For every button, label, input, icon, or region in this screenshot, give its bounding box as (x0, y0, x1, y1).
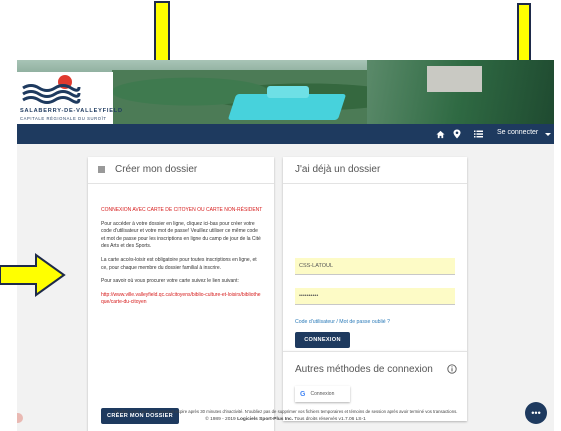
create-account-card: Créer mon dossier CONNEXION AVEC CARTE D… (88, 157, 274, 431)
map-pin-icon[interactable] (451, 128, 463, 140)
list-icon[interactable] (472, 128, 484, 140)
other-methods-title: Autres méthodes de connexion (295, 364, 433, 375)
forgot-credentials-link[interactable]: Code d'utilisateur / Mot de passe oublié… (295, 319, 390, 325)
company-link[interactable]: Logiciels Sport-Plus Inc. (237, 417, 293, 422)
create-card-title: Créer mon dossier (115, 164, 198, 175)
citizen-card-link[interactable]: http://www.ville.valleyfield.qc.ca/citoy… (101, 292, 263, 307)
card-requirement-paragraph: La carte accès-loisir est obligatoire po… (101, 256, 257, 271)
login-card-title: J'ai déjà un dossier (295, 164, 381, 175)
home-icon[interactable] (434, 128, 446, 140)
top-navbar: Se connecter (17, 124, 554, 144)
password-input[interactable]: •••••••••• (295, 288, 455, 305)
hero-banner: SALABERRY-DE-VALLEYFIELD CAPITALE RÉGION… (17, 60, 554, 124)
session-notice: Veuillez noter que votre session expire … (113, 409, 458, 414)
login-card: J'ai déjà un dossier CSS-LATOUL ••••••••… (283, 157, 467, 351)
copyright: © 1989 - 2019 Logiciels Sport-Plus Inc. … (17, 417, 554, 422)
password-value: •••••••••• (299, 293, 319, 299)
page-frame: SALABERRY-DE-VALLEYFIELD CAPITALE RÉGION… (17, 60, 554, 431)
login-notice: CONNEXION AVEC CARTE DE CITOYEN OU CARTE… (101, 207, 263, 213)
chat-fab-button[interactable]: ••• (525, 402, 547, 424)
login-menu-button[interactable]: Se connecter (497, 129, 538, 136)
chevron-down-icon[interactable] (545, 133, 551, 136)
brand-name: SALABERRY-DE-VALLEYFIELD (20, 108, 123, 114)
google-login-button[interactable]: G Connexion (295, 386, 350, 402)
site-logo[interactable]: SALABERRY-DE-VALLEYFIELD CAPITALE RÉGION… (17, 72, 122, 124)
info-icon[interactable] (447, 364, 457, 374)
brand-subtitle: CAPITALE RÉGIONALE DU SUROÎT (20, 116, 107, 121)
copyright-years: © 1989 - 2019 (205, 417, 236, 422)
annotation-arrow-left (0, 253, 66, 297)
copyright-rights: Tous droits réservés v1.7.06 LS-1 (294, 417, 366, 422)
logo-sun-waves-icon (22, 75, 81, 104)
card-info-paragraph: Pour savoir où vous procurer votre carte… (101, 278, 239, 285)
login-button[interactable]: CONNEXION (295, 332, 350, 348)
username-input[interactable]: CSS-LATOUL (295, 258, 455, 275)
google-login-label: Connexion (310, 391, 335, 397)
create-card-body: CONNEXION AVEC CARTE DE CITOYEN OU CARTE… (101, 207, 263, 313)
google-icon: G (300, 390, 306, 398)
folder-icon (98, 166, 105, 173)
username-value: CSS-LATOUL (299, 263, 334, 269)
instructions-paragraph: Pour accéder à votre dossier en ligne, c… (101, 220, 261, 250)
